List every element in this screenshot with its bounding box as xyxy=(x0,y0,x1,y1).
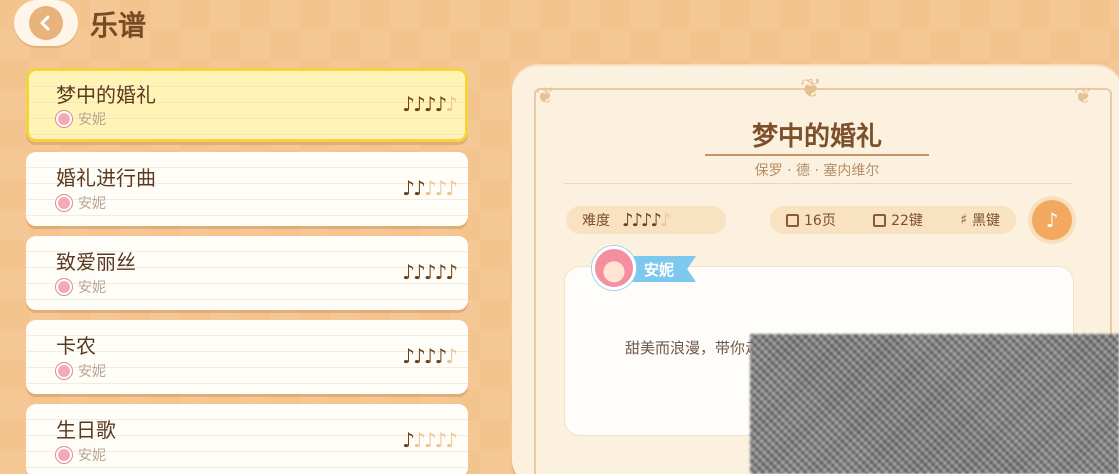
pages-value: 16页 xyxy=(804,213,836,229)
music-note-icon: ♪ xyxy=(660,209,671,231)
pages-stat: 16页 xyxy=(786,210,836,230)
song-item[interactable]: 卡农 安妮 ♪ ♪ ♪ ♪ ♪ xyxy=(26,320,468,394)
difficulty-rating: ♪♪♪♪♪ xyxy=(402,176,458,200)
music-note-icon: ♪ xyxy=(412,428,426,452)
song-name: 卡农 xyxy=(56,334,96,358)
music-note-icon: ♪ xyxy=(423,260,437,284)
music-note-icon: ♪ xyxy=(412,92,426,116)
crest-ornament-icon: ❦ xyxy=(800,74,822,104)
song-artist: 安妮 xyxy=(56,445,106,465)
music-note-icon: ♪ xyxy=(445,92,458,116)
piano-keys-icon xyxy=(873,213,887,227)
song-item[interactable]: 梦中的婚礼 安妮 ♪ ♪ ♪ ♪ ♪ xyxy=(26,68,468,142)
music-note-icon: ♪ xyxy=(402,428,415,452)
obscured-region xyxy=(750,334,1119,474)
song-name: 梦中的婚礼 xyxy=(56,83,156,107)
corner-ornament-icon: ❦ xyxy=(1074,84,1093,109)
music-note-icon: ♪ xyxy=(412,260,426,284)
song-artist: 安妮 xyxy=(56,109,106,129)
music-note-icon: ♪ xyxy=(434,176,447,200)
music-note-icon: ♪ xyxy=(434,344,447,368)
music-note-icon: ♪ xyxy=(650,209,662,231)
music-note-icon: ♪ xyxy=(412,344,426,368)
music-note-icon: ♪ xyxy=(402,260,415,284)
difficulty-pill: 难度 ♪♪♪♪♪ xyxy=(566,206,726,234)
music-note-icon: ♪ xyxy=(402,92,415,116)
music-note-icon: ♪ xyxy=(631,209,643,231)
music-note-icon: ♪ xyxy=(423,176,437,200)
music-note-icon: ♪ xyxy=(402,176,415,200)
music-note-icon: ♪ xyxy=(402,344,415,368)
speaker-avatar xyxy=(592,246,636,290)
music-note-icon: ♪ xyxy=(423,344,437,368)
artist-avatar-icon xyxy=(56,111,72,127)
difficulty-label: 难度 xyxy=(582,213,610,229)
song-item[interactable]: 致爱丽丝 安妮 ♪ ♪ ♪ ♪ ♪ xyxy=(26,236,468,310)
sharp-icon: ♯ xyxy=(960,212,967,228)
music-note-icon: ♪ xyxy=(423,92,437,116)
title-underline xyxy=(705,154,929,156)
song-artist: 安妮 xyxy=(56,193,106,213)
artist-avatar-icon xyxy=(56,363,72,379)
artist-name: 安妮 xyxy=(78,196,106,212)
artist-name: 安妮 xyxy=(78,448,106,464)
music-note-icon: ♪ xyxy=(434,92,447,116)
keys-stat: 22键 xyxy=(873,210,923,230)
song-item[interactable]: 生日歌 安妮 ♪ ♪ ♪ ♪ ♪ xyxy=(26,404,468,474)
chevron-left-icon xyxy=(29,6,63,40)
song-list: 梦中的婚礼 安妮 ♪ ♪ ♪ ♪ ♪ 婚礼进行曲 安妮 ♪ ♪ ♪ ♪ ♪ 致爱丽丝 安妮 ♪ ♪ ♪ ♪ ♪ 卡农 安妮 ♪… xyxy=(26,68,468,474)
difficulty-rating: ♪♪♪♪♪ xyxy=(622,209,671,231)
music-note-icon: ♪ xyxy=(445,260,458,284)
back-button[interactable] xyxy=(14,0,78,46)
detail-title: 梦中的婚礼 xyxy=(751,122,882,152)
artist-avatar-icon xyxy=(56,279,72,295)
difficulty-rating: ♪♪♪♪♪ xyxy=(402,92,458,116)
song-item[interactable]: 婚礼进行曲 安妮 ♪ ♪ ♪ ♪ ♪ xyxy=(26,152,468,226)
music-note-icon: ♪ xyxy=(445,428,458,452)
artist-name: 安妮 xyxy=(78,280,106,296)
song-name: 生日歌 xyxy=(56,418,116,442)
artist-avatar-icon xyxy=(56,447,72,463)
music-note-icon: ♪ xyxy=(434,260,447,284)
harp-button[interactable]: ♪ xyxy=(1032,200,1072,240)
stats-pill: 16页 22键 ♯ 黑键 xyxy=(770,206,1016,234)
music-note-icon: ♪ xyxy=(622,209,633,231)
divider xyxy=(564,183,1072,184)
artist-name: 安妮 xyxy=(78,364,106,380)
music-note-icon: ♪ xyxy=(445,176,458,200)
music-note-icon: ♪ xyxy=(641,209,652,231)
music-note-icon: ♪ xyxy=(434,428,447,452)
page-title: 乐谱 xyxy=(90,9,147,42)
song-artist: 安妮 xyxy=(56,361,106,381)
corner-ornament-icon: ❦ xyxy=(536,84,555,109)
difficulty-rating: ♪♪♪♪♪ xyxy=(402,344,458,368)
song-artist: 安妮 xyxy=(56,277,106,297)
key-type-value: 黑键 xyxy=(972,213,1000,229)
harp-icon: ♪ xyxy=(1045,208,1059,232)
music-note-icon: ♪ xyxy=(423,428,437,452)
artist-name: 安妮 xyxy=(78,112,106,128)
music-note-icon: ♪ xyxy=(412,176,426,200)
pages-icon xyxy=(786,213,799,227)
composer-name: 保罗 · 德 · 塞内维尔 xyxy=(754,163,880,179)
difficulty-rating: ♪♪♪♪♪ xyxy=(402,260,458,284)
artist-avatar-icon xyxy=(56,195,72,211)
song-name: 致爱丽丝 xyxy=(56,250,136,274)
keys-value: 22键 xyxy=(891,213,923,229)
difficulty-rating: ♪♪♪♪♪ xyxy=(402,428,458,452)
music-note-icon: ♪ xyxy=(445,344,458,368)
song-name: 婚礼进行曲 xyxy=(56,166,156,190)
key-type-stat: ♯ 黑键 xyxy=(960,210,1000,230)
